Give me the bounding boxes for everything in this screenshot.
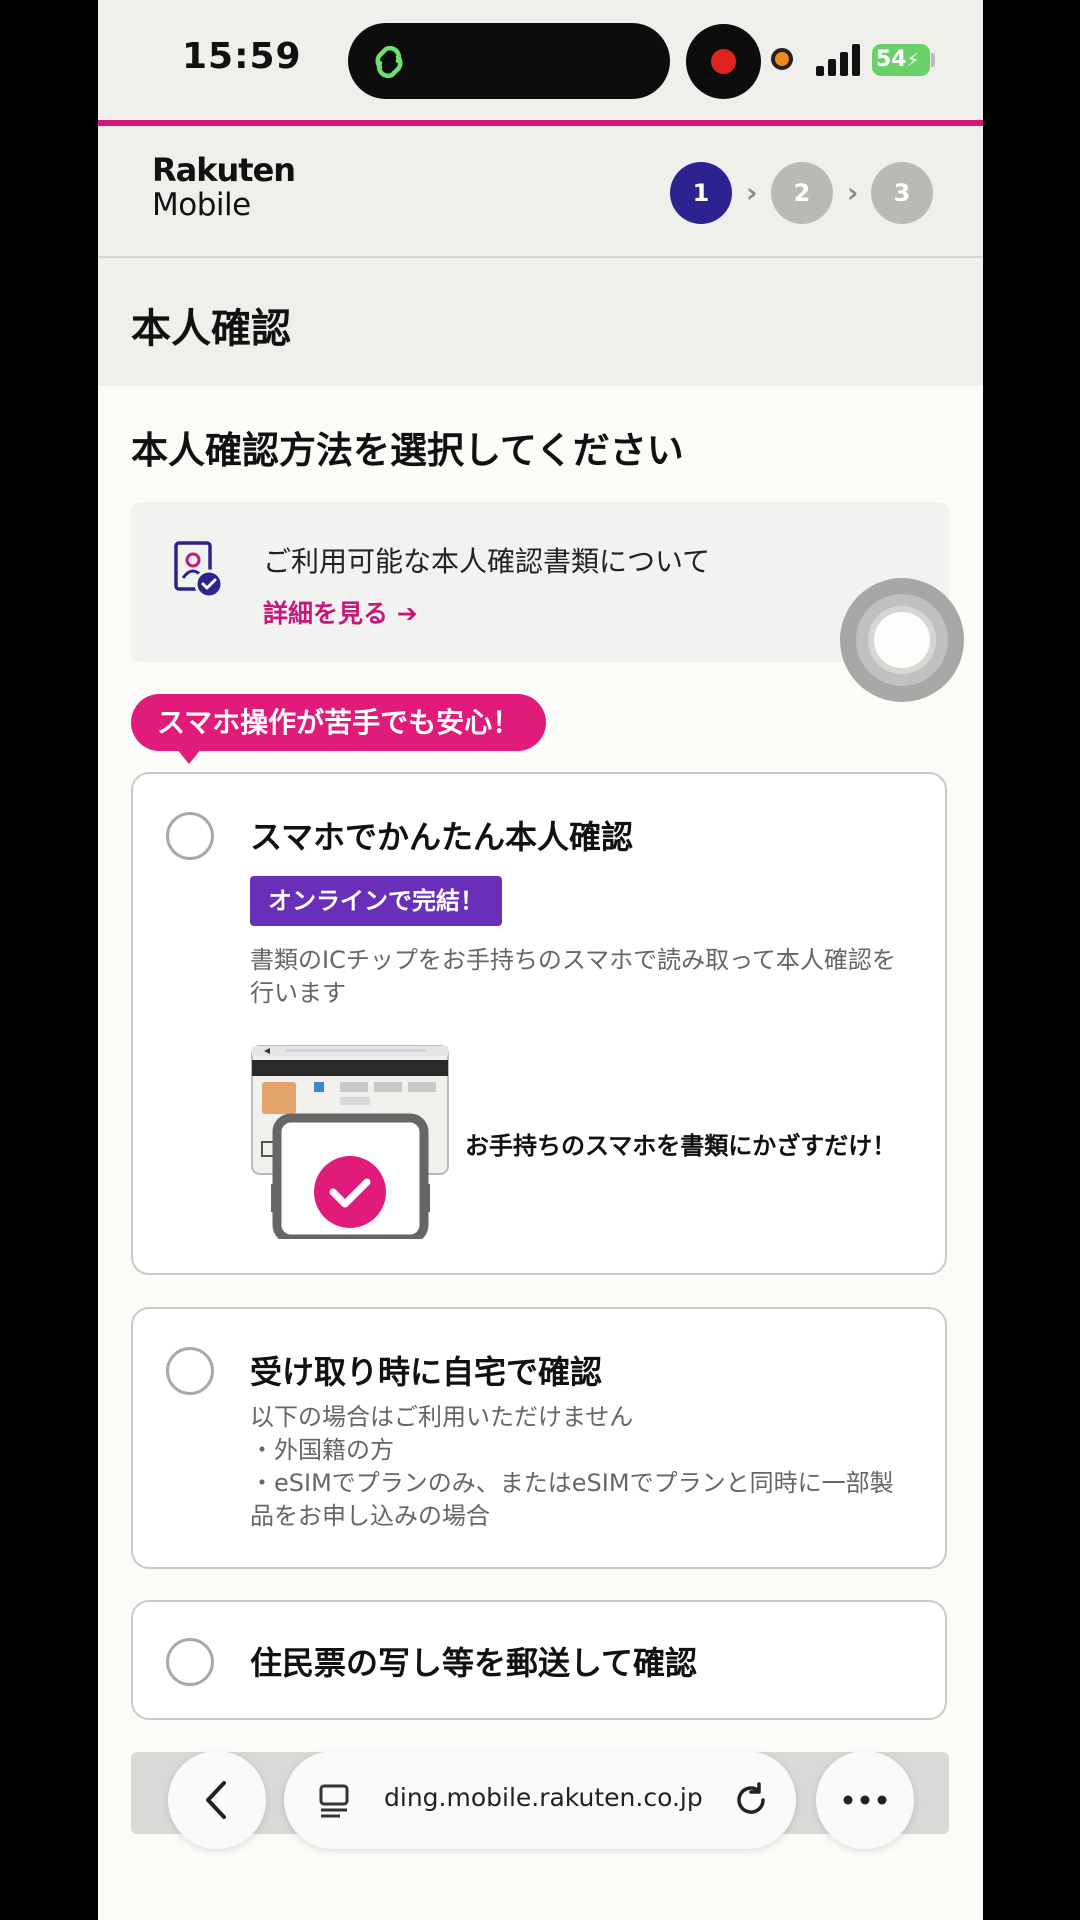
desc-line: 品をお申し込みの場合 — [250, 1502, 490, 1530]
phone-screen: 15:59 54⚡ Rakuten Mobile 1 › 2 › 3 本人確認 … — [98, 0, 983, 1920]
logo-line1: Rakuten — [152, 151, 296, 189]
clock: 15:59 — [182, 36, 302, 77]
link-app-icon — [375, 45, 403, 79]
details-link[interactable]: 詳細を見る ➔ — [263, 594, 418, 630]
option-title: 受け取り時に自宅で確認 — [250, 1353, 603, 1391]
id-documents-info-box: ご利用可能な本人確認書類について 詳細を見る ➔ — [131, 502, 949, 662]
chevron-right-icon: › — [847, 176, 859, 209]
battery-tip — [931, 53, 935, 67]
desc-line: 以下の場合はご利用いただけません — [250, 1403, 634, 1431]
dynamic-island — [348, 23, 670, 99]
header: Rakuten Mobile 1 › 2 › 3 — [98, 126, 983, 258]
step-2: 2 — [771, 162, 833, 224]
more-dots-icon — [843, 1795, 887, 1805]
reload-icon[interactable] — [732, 1781, 770, 1819]
url-text: ding.mobile.rakuten.co.jp — [384, 1783, 703, 1812]
logo-line2: Mobile — [152, 187, 251, 223]
desc-line: 書類のICチップをお手持ちのスマホで読み取って本人確認を — [250, 946, 896, 974]
page-title: 本人確認 — [131, 306, 291, 352]
option-title: 住民票の写し等を郵送して確認 — [250, 1644, 698, 1682]
back-button[interactable] — [168, 1751, 266, 1849]
record-dot-icon — [711, 49, 736, 74]
page-title-band: 本人確認 — [98, 258, 983, 386]
rakuten-mobile-logo[interactable]: Rakuten Mobile — [152, 151, 296, 223]
page-menu-icon[interactable] — [318, 1783, 352, 1819]
option-mail-residence-certificate[interactable]: 住民票の写し等を郵送して確認 — [131, 1600, 947, 1720]
id-card-check-icon — [174, 541, 224, 599]
option-smartphone-verification[interactable]: スマホでかんたん本人確認 オンラインで完結！ 書類のICチップをお手持ちのスマホ… — [131, 772, 947, 1275]
option-description: 書類のICチップをお手持ちのスマホで読み取って本人確認を 行います — [250, 944, 930, 1010]
option-title: スマホでかんたん本人確認 — [250, 818, 634, 856]
chevron-left-icon — [206, 1781, 226, 1819]
radio-button[interactable] — [166, 1638, 214, 1686]
address-bar[interactable]: ding.mobile.rakuten.co.jp — [284, 1751, 796, 1849]
desc-line: 行います — [250, 979, 346, 1007]
assistive-touch-center — [868, 606, 936, 674]
step-3: 3 — [871, 162, 933, 224]
cellular-signal-icon — [816, 44, 860, 76]
phone-over-id-card-illustration — [251, 1045, 449, 1239]
radio-button[interactable] — [166, 812, 214, 860]
screen-recording-indicator — [686, 24, 761, 99]
online-complete-badge: オンラインで完結！ — [250, 876, 502, 926]
mic-in-use-dot-icon — [771, 48, 793, 70]
desc-line: ・外国籍の方 — [250, 1436, 394, 1464]
radio-button[interactable] — [166, 1347, 214, 1395]
option-description: 以下の場合はご利用いただけません ・外国籍の方 ・eSIMでプランのみ、またはe… — [250, 1401, 930, 1533]
desc-line: ・eSIMでプランのみ、またはeSIMでプランと同時に一部製 — [250, 1469, 894, 1497]
section-title: 本人確認方法を選択してください — [131, 429, 684, 472]
assistive-touch-button[interactable] — [840, 578, 964, 702]
illustration-caption: お手持ちのスマホを書類にかざすだけ！ — [465, 1132, 897, 1160]
info-text: ご利用可能な本人確認書類について — [263, 545, 711, 578]
tag-tail — [176, 748, 202, 764]
status-bar: 15:59 54⚡ — [98, 0, 983, 120]
option-home-delivery-verification[interactable]: 受け取り時に自宅で確認 以下の場合はご利用いただけません ・外国籍の方 ・eSI… — [131, 1307, 947, 1569]
chevron-right-icon: › — [746, 176, 758, 209]
reassurance-tag: スマホ操作が苦手でも安心！ — [131, 694, 547, 751]
battery-level: 54 — [876, 47, 907, 72]
battery-icon: 54⚡ — [872, 44, 930, 76]
step-1: 1 — [670, 162, 732, 224]
more-options-button[interactable] — [816, 1751, 914, 1849]
